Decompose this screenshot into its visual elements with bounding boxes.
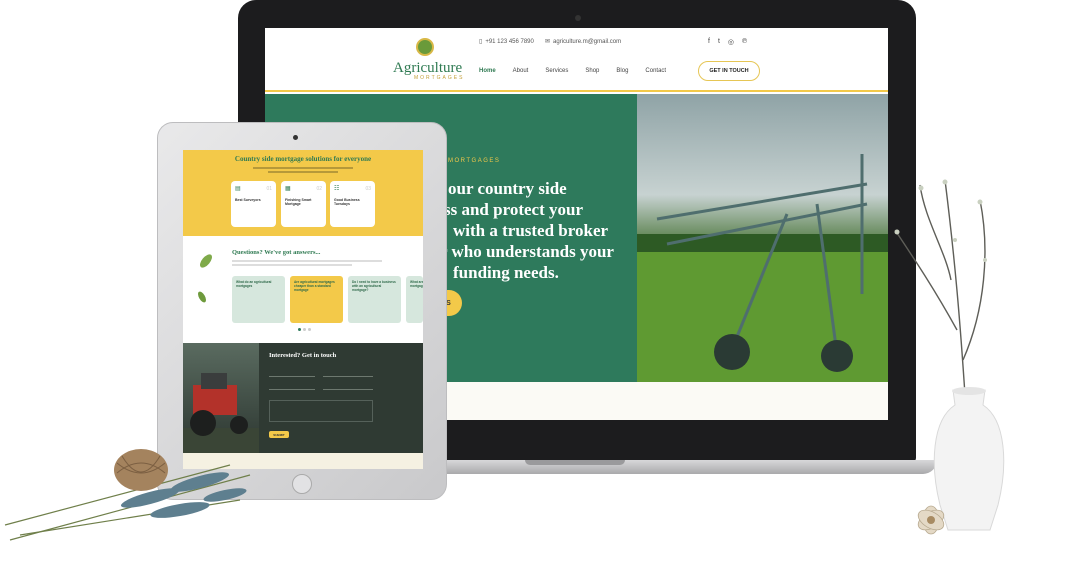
- twine-ball: [114, 449, 168, 491]
- device-mockup-scene: Agriculture MORTGAGES ▯ +91 123 456 7890…: [0, 0, 1071, 573]
- nav-blog[interactable]: Blog: [616, 68, 628, 74]
- first-name-field[interactable]: [269, 372, 315, 377]
- tractor-photo: [183, 343, 259, 453]
- email-contact[interactable]: ✉ agriculture.m@gmail.com: [545, 38, 622, 46]
- logo-tagline: MORTGAGES: [414, 75, 465, 81]
- phone-number: +91 123 456 7890: [485, 38, 534, 45]
- faq-question: What are agricultural mortgages: [410, 280, 423, 288]
- service-card[interactable]: ▦ 02 Finishing Smart Mortgage: [281, 181, 326, 227]
- irrigation-illustration: [637, 154, 888, 382]
- logo-icon: [416, 38, 434, 56]
- phone-contact[interactable]: ▯ +91 123 456 7890: [479, 38, 534, 46]
- building-icon: ▦: [285, 186, 291, 192]
- nav-contact[interactable]: Contact: [645, 68, 666, 74]
- card-number: 02: [316, 186, 322, 192]
- submit-button[interactable]: SUBMIT: [269, 431, 289, 438]
- people-icon: ☷: [334, 186, 340, 192]
- card-title: Best Surveyors: [235, 198, 261, 202]
- tablet-home-button: [292, 474, 312, 494]
- faq-card[interactable]: What are agricultural mortgages: [406, 276, 423, 323]
- faq-card-active[interactable]: Are agricultural mortgages cheaper than …: [290, 276, 343, 323]
- hero-title-line: our country side: [448, 179, 567, 198]
- phone-field[interactable]: [323, 385, 373, 390]
- card-number: 01: [266, 186, 272, 192]
- faq-title: Questions? We've got answers...: [232, 249, 321, 256]
- nav-shop[interactable]: Shop: [585, 68, 599, 74]
- faq-card[interactable]: What do an agricultural mortgages: [232, 276, 285, 323]
- instagram-icon[interactable]: ◎: [728, 38, 734, 46]
- hero-title-line: r who understands your: [440, 242, 614, 261]
- carousel-dot[interactable]: [303, 328, 306, 331]
- faq-question: What do an agricultural mortgages: [236, 280, 272, 288]
- social-links: f t ◎ ℗: [708, 38, 747, 46]
- text-line: [232, 260, 382, 262]
- last-name-field[interactable]: [323, 372, 373, 377]
- twitter-icon[interactable]: t: [718, 38, 720, 46]
- laptop-notch: [525, 460, 625, 465]
- dry-branches: [894, 179, 987, 395]
- hero-title-line: funding needs.: [453, 263, 559, 282]
- pinterest-icon[interactable]: ℗: [742, 38, 747, 46]
- leaf-icon: [198, 291, 206, 303]
- card-number: 03: [365, 186, 371, 192]
- tractor-icon: ▤: [235, 186, 241, 192]
- service-card[interactable]: ☷ 03 Good Business Tuesdays: [330, 181, 375, 227]
- card-title: Finishing Smart Mortgage: [285, 198, 312, 206]
- main-nav: Home About Services Shop Blog Contact: [479, 68, 666, 74]
- nav-services[interactable]: Services: [545, 68, 568, 74]
- carousel-dots[interactable]: [298, 328, 311, 331]
- email-address: agriculture.m@gmail.com: [553, 38, 622, 45]
- tablet-camera: [293, 135, 298, 140]
- text-line: [253, 167, 353, 169]
- phone-icon: ▯: [479, 39, 483, 45]
- faq-card[interactable]: Do I need to have a business with an agr…: [348, 276, 401, 323]
- irrigation-photo: [637, 94, 888, 382]
- solutions-section: Country side mortgage solutions for ever…: [183, 150, 423, 236]
- email-field[interactable]: [269, 385, 315, 390]
- text-line: [232, 264, 352, 266]
- carousel-dot[interactable]: [308, 328, 311, 331]
- leaf-icon: [200, 254, 212, 268]
- hero-title: our country side ss and protect your wit…: [440, 178, 635, 283]
- service-card[interactable]: ▤ 01 Best Surveyors: [231, 181, 276, 227]
- site-header: Agriculture MORTGAGES ▯ +91 123 456 7890…: [265, 28, 888, 92]
- hero-title-line: with a trusted broker: [453, 221, 609, 240]
- tablet-screen: Country side mortgage solutions for ever…: [183, 150, 423, 469]
- faq-question: Are agricultural mortgages cheaper than …: [294, 280, 335, 292]
- text-line: [268, 171, 338, 173]
- message-field[interactable]: [269, 400, 373, 422]
- carousel-dot[interactable]: [298, 328, 301, 331]
- solutions-title: Country side mortgage solutions for ever…: [234, 155, 372, 163]
- get-in-touch-button[interactable]: GET IN TOUCH: [698, 61, 760, 81]
- dried-flower: [917, 505, 945, 535]
- contact-title: Interested? Get in touch: [269, 352, 337, 359]
- mail-icon: ✉: [545, 39, 551, 45]
- card-title: Good Business Tuesdays: [334, 198, 360, 206]
- nav-about[interactable]: About: [513, 68, 529, 74]
- hero-eyebrow: MORTGAGES: [448, 158, 501, 164]
- faq-question: Do I need to have a business with an agr…: [352, 280, 396, 292]
- hero-title-line: ss and protect your: [444, 200, 583, 219]
- tractor-illustration: [183, 373, 259, 453]
- laptop-camera: [575, 15, 581, 21]
- facebook-icon[interactable]: f: [708, 38, 710, 46]
- nav-home[interactable]: Home: [479, 68, 496, 74]
